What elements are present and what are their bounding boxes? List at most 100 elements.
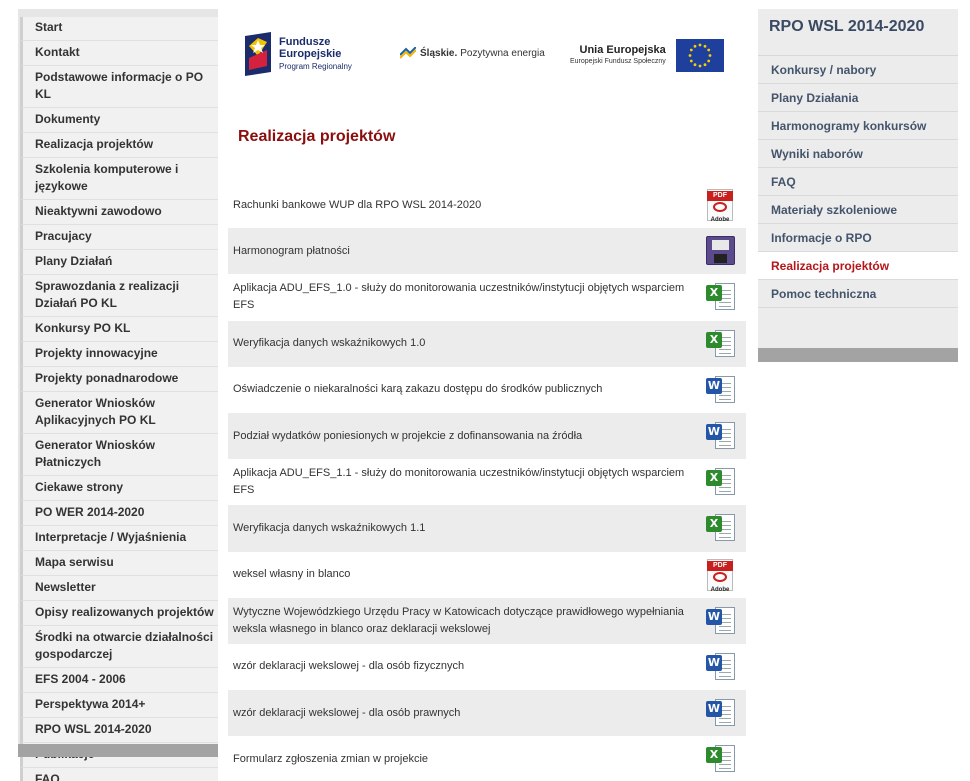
left-nav-item-generator-wnioskow-aplikacyjnych-po-kl[interactable]: Generator Wniosków Aplikacyjnych PO KL <box>20 392 218 434</box>
excel-icon-letter: X <box>706 516 722 533</box>
left-nav-item-pracujacy[interactable]: Pracujacy <box>20 225 218 250</box>
right-sidebar-item-materialy-szkoleniowe[interactable]: Materiały szkoleniowe <box>758 196 958 224</box>
left-nav-item-konkursy-po-kl[interactable]: Konkursy PO KL <box>20 317 218 342</box>
left-nav-item-generator-wnioskow-platniczych[interactable]: Generator Wniosków Płatniczych <box>20 434 218 476</box>
document-row: weksel własny in blanco PDF Adobe <box>228 552 746 598</box>
excel-icon-letter: X <box>706 470 722 487</box>
left-nav-item-rpo-wsl-2014-2020[interactable]: RPO WSL 2014-2020 <box>20 718 218 743</box>
ue-logo-line1: Unia Europejska <box>579 43 666 56</box>
word-icon-letter: W <box>706 654 722 671</box>
right-sidebar-item-plany-dzialania[interactable]: Plany Działania <box>758 84 958 112</box>
left-nav-list: Start Kontakt Podstawowe informacje o PO K… <box>18 9 218 781</box>
left-nav-footer-bar <box>18 744 218 757</box>
document-row: Formularz zgłoszenia zmian w projekcie X <box>228 736 746 781</box>
left-navigation: Start Kontakt Podstawowe informacje o PO K… <box>18 9 218 781</box>
right-sidebar-item-realizacja-projektow[interactable]: Realizacja projektów <box>758 252 958 280</box>
pdf-icon[interactable]: PDF Adobe <box>704 189 736 223</box>
right-sidebar-item-pomoc-techniczna[interactable]: Pomoc techniczna <box>758 280 958 308</box>
document-link[interactable]: weksel własny in blanco <box>233 566 704 583</box>
left-nav-item-mapa-serwisu[interactable]: Mapa serwisu <box>20 551 218 576</box>
fundusze-europejskie-logo: Fundusze Europejskie Program Regionalny <box>245 32 352 76</box>
document-link[interactable]: Aplikacja ADU_EFS_1.1 - służy do monitor… <box>233 465 704 499</box>
document-row: Rachunki bankowe WUP dla RPO WSL 2014-20… <box>228 182 746 228</box>
right-sidebar-item-konkursy-nabory[interactable]: Konkursy / nabory <box>758 56 958 84</box>
left-nav-item-ciekawe-strony[interactable]: Ciekawe strony <box>20 476 218 501</box>
right-sidebar-item-wyniki-naborow[interactable]: Wyniki naborów <box>758 140 958 168</box>
left-nav-item-interpretacje-wyjasnienia[interactable]: Interpretacje / Wyjaśnienia <box>20 526 218 551</box>
document-list: Rachunki bankowe WUP dla RPO WSL 2014-20… <box>228 182 746 781</box>
document-row: wzór deklaracji wekslowej - dla osób fiz… <box>228 644 746 690</box>
word-icon[interactable]: W <box>704 651 736 683</box>
left-nav-item-efs-2004-2006[interactable]: EFS 2004 - 2006 <box>20 668 218 693</box>
right-sidebar-item-harmonogramy-konkursow[interactable]: Harmonogramy konkursów <box>758 112 958 140</box>
document-row: Podział wydatków poniesionych w projekci… <box>228 412 746 460</box>
pdf-icon-sublabel: Adobe <box>710 217 730 224</box>
slaskie-logo-name: Śląskie. <box>420 47 458 59</box>
left-nav-item-plany-dzialan[interactable]: Plany Działań <box>20 250 218 275</box>
pdf-icon-label: PDF <box>707 191 733 202</box>
left-nav-item-sprawozdania-z-realizacji-dzialan-po-kl[interactable]: Sprawozdania z realizacji Działań PO KL <box>20 275 218 317</box>
left-nav-item-po-wer-2014-2020[interactable]: PO WER 2014-2020 <box>20 501 218 526</box>
document-row: Aplikacja ADU_EFS_1.0 - służy do monitor… <box>228 274 746 320</box>
document-link[interactable]: Weryfikacja danych wskaźnikowych 1.1 <box>233 520 704 537</box>
document-link[interactable]: Wytyczne Wojewódzkiego Urzędu Pracy w Ka… <box>233 604 704 638</box>
document-row: Harmonogram płatności <box>228 228 746 275</box>
left-nav-item-projekty-innowacyjne[interactable]: Projekty innowacyjne <box>20 342 218 367</box>
document-link[interactable]: Weryfikacja danych wskaźnikowych 1.0 <box>233 335 704 352</box>
word-icon-letter: W <box>706 424 722 441</box>
left-nav-item-projekty-ponadnarodowe[interactable]: Projekty ponadnarodowe <box>20 367 218 392</box>
word-icon-letter: W <box>706 701 722 718</box>
slaskie-wave-icon <box>400 47 416 59</box>
document-link[interactable]: wzór deklaracji wekslowej - dla osób pra… <box>233 705 704 722</box>
left-nav-item-faq[interactable]: FAQ <box>20 768 218 781</box>
word-icon[interactable]: W <box>704 697 736 729</box>
excel-icon[interactable]: X <box>704 466 736 498</box>
right-sidebar-item-informacje-o-rpo[interactable]: Informacje o RPO <box>758 224 958 252</box>
floppy-disk-icon[interactable] <box>704 235 736 267</box>
ue-logo-line2: Europejski Fundusz Społeczny <box>570 57 666 65</box>
document-link[interactable]: wzór deklaracji wekslowej - dla osób fiz… <box>233 658 704 675</box>
left-nav-item-perspektywa-2014[interactable]: Perspektywa 2014+ <box>20 693 218 718</box>
pdf-icon-sublabel: Adobe <box>710 586 730 593</box>
word-icon[interactable]: W <box>704 420 736 452</box>
left-nav-item-nieaktywni-zawodowo[interactable]: Nieaktywni zawodowo <box>20 200 218 225</box>
document-link[interactable]: Harmonogram płatności <box>233 243 704 260</box>
page-title: Realizacja projektów <box>238 128 396 145</box>
document-link[interactable]: Aplikacja ADU_EFS_1.0 - służy do monitor… <box>233 280 704 314</box>
document-link[interactable]: Formularz zgłoszenia zmian w projekcie <box>233 751 704 768</box>
document-row: Weryfikacja danych wskaźnikowych 1.1 X <box>228 505 746 552</box>
left-nav-item-start[interactable]: Start <box>20 17 218 41</box>
excel-icon-letter: X <box>706 331 722 348</box>
right-sidebar-title: RPO WSL 2014-2020 <box>758 9 958 56</box>
left-nav-item-szkolenia-komputerowe-i-jezykowe[interactable]: Szkolenia komputerowe i językowe <box>20 158 218 200</box>
left-nav-item-podstawowe-informacje-o-po-kl[interactable]: Podstawowe informacje o PO KL <box>20 66 218 108</box>
document-row: wzór deklaracji wekslowej - dla osób pra… <box>228 690 746 737</box>
excel-icon[interactable]: X <box>704 743 736 775</box>
word-icon[interactable]: W <box>704 374 736 406</box>
left-nav-item-dokumenty[interactable]: Dokumenty <box>20 108 218 133</box>
fe-star-icon <box>245 32 271 76</box>
word-icon[interactable]: W <box>704 605 736 637</box>
right-sidebar-item-faq[interactable]: FAQ <box>758 168 958 196</box>
slaskie-logo: Śląskie. Pozytywna energia <box>400 47 545 59</box>
excel-icon[interactable]: X <box>704 512 736 544</box>
left-nav-item-opisy-realizowanych-projektow[interactable]: Opisy realizowanych projektów <box>20 601 218 626</box>
excel-icon[interactable]: X <box>704 328 736 360</box>
left-nav-item-newsletter[interactable]: Newsletter <box>20 576 218 601</box>
document-row: Weryfikacja danych wskaźnikowych 1.0 X <box>228 320 746 367</box>
left-nav-item-srodki-na-otwarcie-dzialalnosci-gospodarczej[interactable]: Środki na otwarcie działalności gospodar… <box>20 626 218 668</box>
document-link[interactable]: Oświadczenie o niekaralności karą zakazu… <box>233 381 704 398</box>
main-content: Fundusze Europejskie Program Regionalny … <box>228 9 746 773</box>
left-nav-item-kontakt[interactable]: Kontakt <box>20 41 218 66</box>
right-sidebar-footer-bar <box>758 348 958 362</box>
document-link[interactable]: Podział wydatków poniesionych w projekci… <box>233 428 704 445</box>
unia-europejska-logo: Unia Europejska Europejski Fundusz Społe… <box>570 39 724 72</box>
excel-icon[interactable]: X <box>704 281 736 313</box>
document-link[interactable]: Rachunki bankowe WUP dla RPO WSL 2014-20… <box>233 197 704 214</box>
fe-logo-line3: Program Regionalny <box>279 61 352 71</box>
right-sidebar-list: Konkursy / nabory Plany Działania Harmonog… <box>758 56 958 308</box>
excel-icon-letter: X <box>706 285 722 302</box>
pdf-icon[interactable]: PDF Adobe <box>704 558 736 593</box>
left-nav-item-realizacja-projektow[interactable]: Realizacja projektów <box>20 133 218 158</box>
pdf-icon-label: PDF <box>707 560 733 571</box>
